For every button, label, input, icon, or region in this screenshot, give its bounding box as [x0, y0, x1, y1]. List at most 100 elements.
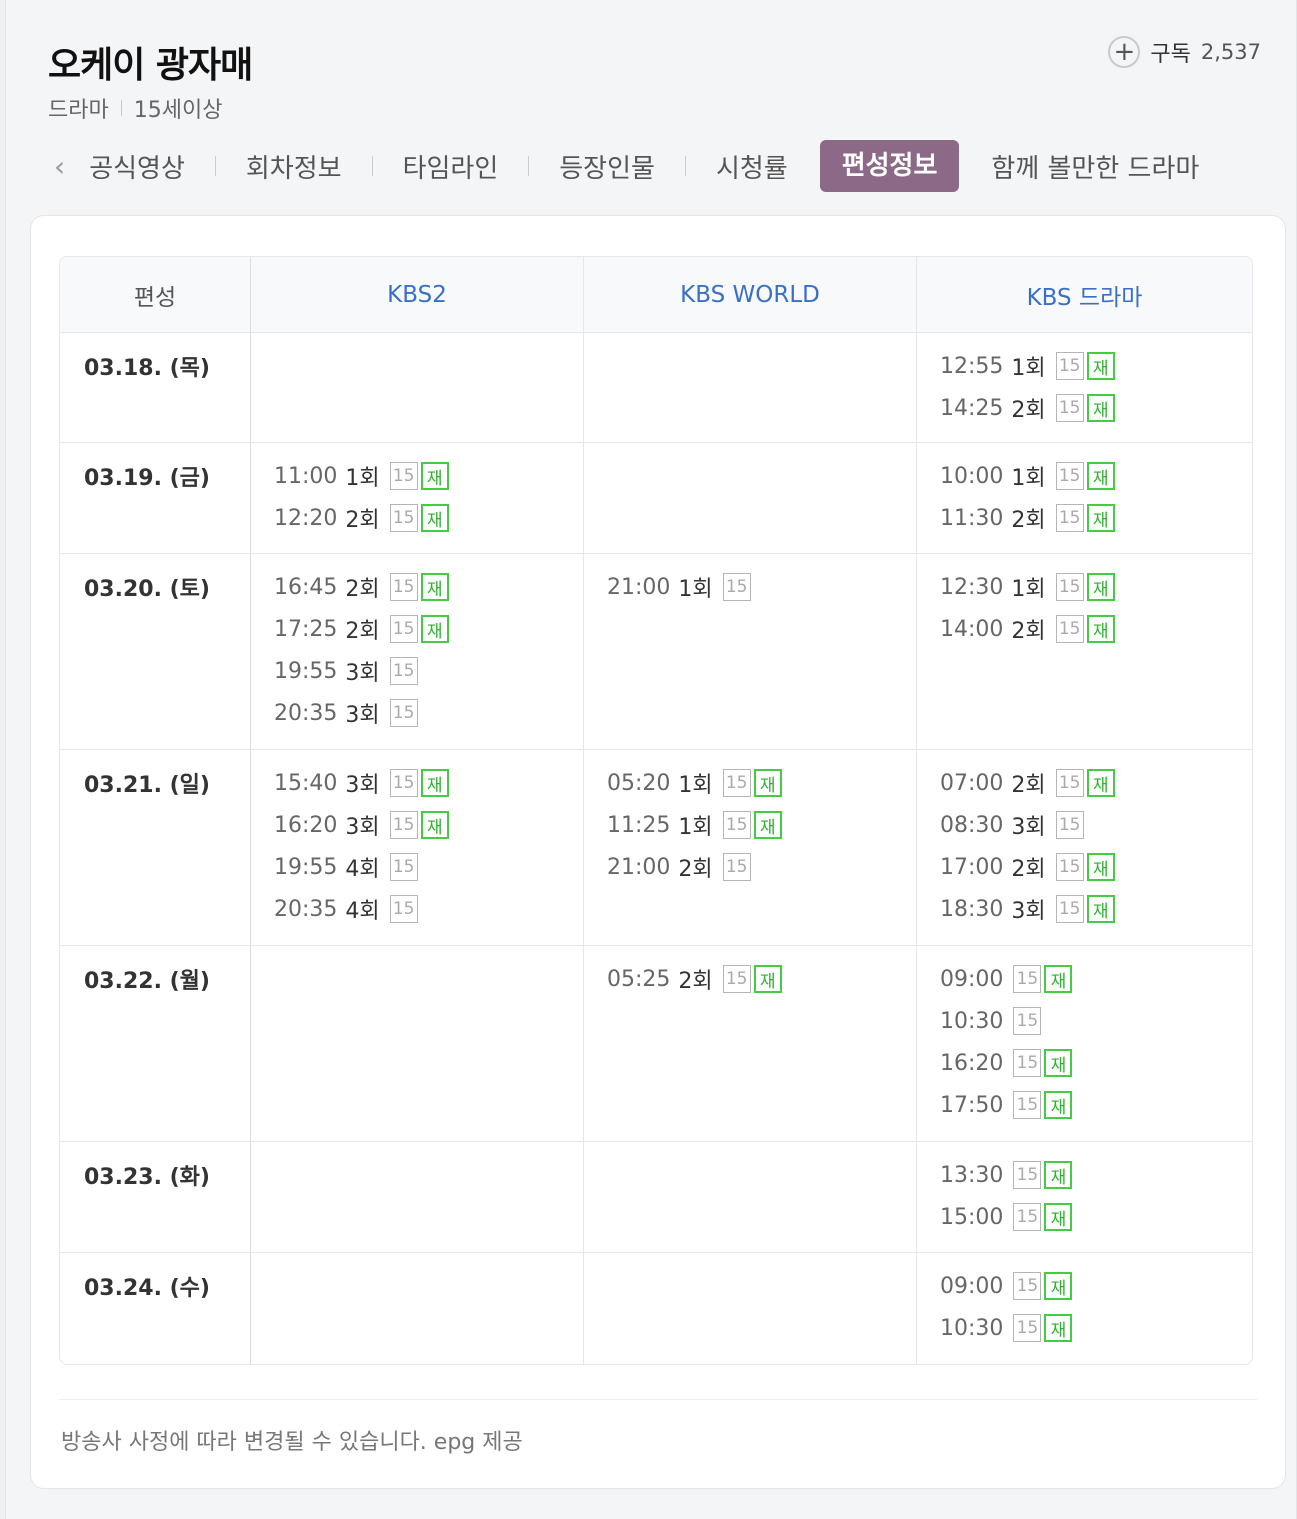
genre-label: 드라마 — [48, 98, 109, 123]
broadcast-entry: 13:30 15 재 — [940, 1154, 1073, 1196]
program-panel: 오케이 광자매 드라마 15세이상 + 구독 2,537 ‹ 공식영상 회차정보… — [5, 0, 1297, 1519]
rerun-badge: 재 — [1044, 965, 1073, 993]
age-rating-badge: 15 — [389, 699, 418, 727]
schedule-cell: 09:00 15 재 10:30 15 16:20 15 재 17:50 15 재 — [940, 958, 1073, 1126]
broadcast-time: 12:30 — [940, 574, 1004, 600]
tab-official-video[interactable]: 공식영상 — [85, 148, 189, 185]
subscribe-button[interactable]: + 구독 2,537 — [1108, 36, 1261, 68]
episode-number: 2회 — [345, 619, 380, 644]
broadcast-entry: 12:20 2회 15 재 — [274, 497, 449, 539]
episode-number: 1회 — [678, 577, 713, 602]
rerun-badge: 재 — [420, 769, 449, 797]
schedule-cell: 12:55 1회 15 재 14:25 2회 15 재 — [940, 345, 1115, 429]
schedule-cell: 12:30 1회 15 재 14:00 2회 15 재 — [940, 566, 1115, 650]
age-rating-badge: 15 — [1013, 1203, 1042, 1231]
age-rating-badge: 15 — [389, 769, 418, 797]
tab-divider — [371, 156, 373, 176]
rerun-badge: 재 — [1086, 615, 1115, 643]
broadcast-time: 13:30 — [940, 1162, 1004, 1188]
tab-ratings[interactable]: 시청률 — [712, 148, 792, 185]
broadcast-time: 15:00 — [940, 1204, 1004, 1230]
date-column-divider — [250, 257, 251, 1364]
rerun-badge: 재 — [753, 769, 782, 797]
age-rating-badge: 15 — [389, 615, 418, 643]
episode-number: 3회 — [345, 815, 380, 840]
broadcast-entry: 21:00 2회 15 — [607, 846, 782, 888]
tab-divider — [684, 156, 686, 176]
broadcast-entry: 11:25 1회 15 재 — [607, 804, 782, 846]
age-rating-badge: 15 — [389, 573, 418, 601]
broadcast-entry: 17:25 2회 15 재 — [274, 608, 449, 650]
episode-number: 1회 — [1011, 466, 1046, 491]
broadcast-time: 19:55 — [274, 658, 338, 684]
broadcast-time: 12:20 — [274, 505, 338, 531]
age-rating-badge: 15 — [1055, 352, 1084, 380]
broadcast-entry: 19:55 3회 15 — [274, 650, 449, 692]
tab-timeline[interactable]: 타임라인 — [399, 148, 503, 185]
rerun-badge: 재 — [1044, 1049, 1073, 1077]
rerun-badge: 재 — [1044, 1272, 1073, 1300]
broadcast-time: 10:00 — [940, 463, 1004, 489]
episode-number: 3회 — [345, 661, 380, 686]
row-divider — [60, 945, 1252, 946]
chevron-left-icon[interactable]: ‹ — [54, 150, 65, 183]
age-rating-badge: 15 — [1013, 1091, 1042, 1119]
footer-divider — [59, 1399, 1257, 1400]
episode-number: 2회 — [345, 508, 380, 533]
broadcast-entry: 20:35 4회 15 — [274, 888, 449, 930]
rerun-badge: 재 — [1086, 769, 1115, 797]
broadcast-entry: 10:30 15 재 — [940, 1307, 1073, 1349]
plus-icon: + — [1108, 36, 1141, 68]
age-rating-badge: 15 — [722, 853, 751, 881]
row-divider — [60, 1141, 1252, 1142]
schedule-date: 03.21. (일) — [84, 773, 210, 798]
tab-episode-info[interactable]: 회차정보 — [242, 148, 346, 185]
broadcast-time: 21:00 — [607, 854, 671, 880]
channel-header-kbs-world: KBS WORLD — [584, 257, 916, 333]
broadcast-entry: 05:25 2회 15 재 — [607, 958, 782, 1000]
age-rating-label: 15세이상 — [133, 98, 223, 123]
episode-number: 1회 — [678, 815, 713, 840]
schedule-date: 03.23. (화) — [84, 1165, 210, 1190]
subscribe-count: 2,537 — [1200, 40, 1261, 64]
broadcast-entry: 12:55 1회 15 재 — [940, 345, 1115, 387]
age-rating-badge: 15 — [389, 895, 418, 923]
schedule-date: 03.19. (금) — [84, 466, 210, 491]
schedule-table: 편성 KBS2 KBS WORLD KBS 드라마 03.18. (목) 12:5… — [59, 256, 1253, 1365]
footer-note: 방송사 사정에 따라 변경될 수 있습니다. epg 제공 — [61, 1430, 523, 1455]
episode-number: 2회 — [678, 857, 713, 882]
broadcast-entry: 10:30 15 — [940, 1000, 1072, 1042]
broadcast-time: 17:00 — [940, 854, 1004, 880]
age-rating-badge: 15 — [1055, 615, 1084, 643]
broadcast-entry: 19:55 4회 15 — [274, 846, 449, 888]
rerun-badge: 재 — [420, 615, 449, 643]
episode-number: 2회 — [1011, 619, 1046, 644]
age-rating-badge: 15 — [389, 853, 418, 881]
episode-number: 2회 — [345, 577, 380, 602]
age-rating-badge: 15 — [1055, 504, 1084, 532]
age-rating-badge: 15 — [1055, 394, 1084, 422]
age-rating-badge: 15 — [722, 965, 751, 993]
episode-number: 3회 — [1011, 815, 1046, 840]
tab-recommended-dramas[interactable]: 함께 볼만한 드라마 — [987, 148, 1203, 185]
broadcast-entry: 15:40 3회 15 재 — [274, 762, 449, 804]
tab-characters[interactable]: 등장인물 — [555, 148, 659, 185]
broadcast-entry: 07:00 2회 15 재 — [940, 762, 1115, 804]
broadcast-entry: 05:20 1회 15 재 — [607, 762, 782, 804]
age-rating-badge: 15 — [389, 657, 418, 685]
schedule-date: 03.20. (토) — [84, 577, 210, 602]
episode-number: 4회 — [345, 857, 380, 882]
broadcast-time: 09:00 — [940, 966, 1004, 992]
broadcast-time: 08:30 — [940, 812, 1004, 838]
tab-schedule[interactable]: 편성정보 — [819, 140, 960, 192]
episode-number: 2회 — [1011, 857, 1046, 882]
broadcast-entry: 16:20 3회 15 재 — [274, 804, 449, 846]
episode-number: 3회 — [345, 703, 380, 728]
broadcast-entry: 14:25 2회 15 재 — [940, 387, 1115, 429]
broadcast-entry: 20:35 3회 15 — [274, 692, 449, 734]
broadcast-entry: 18:30 3회 15 재 — [940, 888, 1115, 930]
episode-number: 1회 — [1011, 577, 1046, 602]
episode-number: 2회 — [1011, 398, 1046, 423]
broadcast-entry: 11:30 2회 15 재 — [940, 497, 1115, 539]
broadcast-entry: 08:30 3회 15 — [940, 804, 1115, 846]
